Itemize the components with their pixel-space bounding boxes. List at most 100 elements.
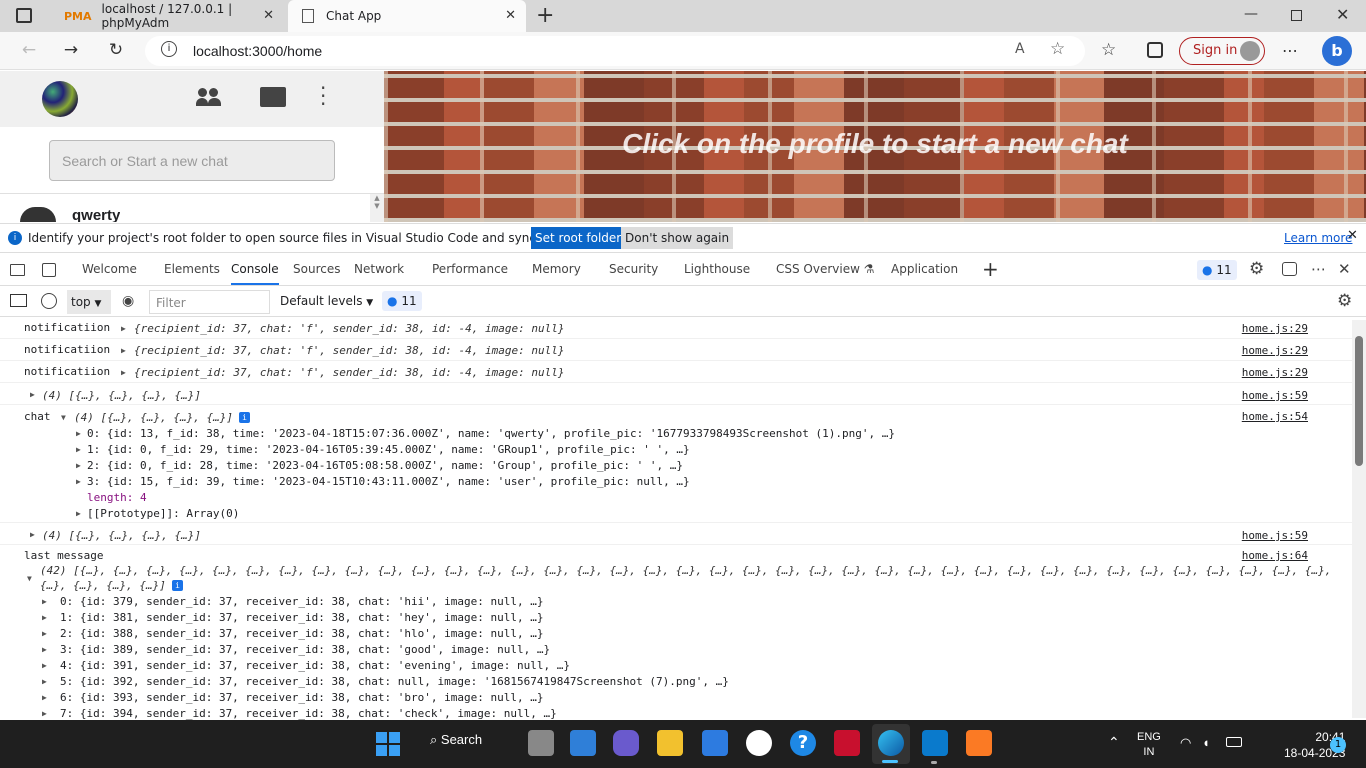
user-avatar[interactable] (42, 81, 78, 117)
language-indicator[interactable]: ENG IN (1137, 730, 1161, 760)
tab-lighthouse[interactable]: Lighthouse (684, 262, 750, 276)
log-object-continued[interactable]: {…}, {…}, {…}, {…}] (40, 579, 166, 592)
message-count-badge[interactable]: ● 11 (382, 291, 422, 311)
context-select[interactable]: top ▼ (67, 290, 111, 314)
sign-in-button[interactable]: Sign in (1179, 37, 1265, 65)
xampp-icon[interactable] (966, 730, 992, 756)
console-settings-icon[interactable]: ⚙ (1337, 291, 1352, 311)
array-item[interactable]: 0: {id: 13, f_id: 38, time: '2023-04-18T… (87, 427, 895, 440)
bing-icon[interactable]: b (1322, 36, 1352, 66)
tab-network[interactable]: Network (354, 262, 404, 276)
device-toolbar-icon[interactable] (42, 263, 56, 277)
close-tab-icon[interactable]: ✕ (505, 8, 516, 23)
favorites-icon[interactable]: ☆ (1101, 40, 1116, 60)
minimize-icon[interactable]: — (1244, 6, 1258, 22)
search-input[interactable]: Search or Start a new chat (49, 140, 335, 181)
contact-name[interactable]: qwerty (72, 207, 120, 222)
tab-sources[interactable]: Sources (293, 262, 340, 276)
log-object[interactable]: (4) [{…}, {…}, {…}, {…}] (42, 529, 201, 542)
volume-icon[interactable]: ◖ (1202, 735, 1210, 750)
expand-icon[interactable]: ▶ (30, 390, 35, 399)
add-favorite-icon[interactable]: ☆ (1050, 39, 1065, 59)
collections-icon[interactable] (1147, 42, 1163, 58)
message-icon[interactable] (260, 87, 286, 107)
store-icon[interactable] (702, 730, 728, 756)
tab-application[interactable]: Application (891, 262, 958, 276)
tab-performance[interactable]: Performance (432, 262, 508, 276)
show-hidden-icons[interactable]: ⌃ (1108, 734, 1120, 751)
settings-icon[interactable]: ⚙ (1249, 259, 1264, 279)
expand-icon[interactable]: ▶ (42, 661, 47, 670)
collapse-icon[interactable]: ▼ (27, 574, 32, 583)
source-link[interactable]: home.js:59 (1242, 529, 1308, 542)
array-prototype[interactable]: [[Prototype]]: Array(0) (87, 507, 239, 520)
expand-icon[interactable]: ▶ (42, 677, 47, 686)
source-link[interactable]: home.js:29 (1242, 322, 1308, 335)
taskbar-search-button[interactable]: ⌕ Search (430, 732, 482, 748)
tab-welcome[interactable]: Welcome (82, 262, 137, 276)
app-icon[interactable] (746, 730, 772, 756)
teams-chat-icon[interactable] (613, 730, 639, 756)
expand-icon[interactable]: ▶ (121, 324, 126, 333)
more-menu-icon[interactable]: ⋯ (1282, 41, 1298, 60)
console-filter-input[interactable]: Filter (149, 290, 270, 314)
expand-icon[interactable]: ▶ (30, 530, 35, 539)
tab-memory[interactable]: Memory (532, 262, 581, 276)
array-item[interactable]: 6: {id: 393, sender_id: 37, receiver_id:… (60, 691, 543, 704)
expand-icon[interactable]: ▶ (42, 613, 47, 622)
live-expression-icon[interactable]: ◉ (122, 293, 134, 309)
array-item[interactable]: 2: {id: 388, sender_id: 37, receiver_id:… (60, 627, 543, 640)
back-icon[interactable]: ← (14, 40, 44, 60)
vscode-icon[interactable] (922, 730, 948, 756)
array-item[interactable]: 1: {id: 381, sender_id: 37, receiver_id:… (60, 611, 543, 624)
forward-icon[interactable]: → (56, 40, 86, 60)
array-item[interactable]: 4: {id: 391, sender_id: 37, receiver_id:… (60, 659, 570, 672)
sidebar-scrollbar[interactable]: ▲ ▼ (370, 194, 384, 222)
task-view-icon[interactable] (528, 730, 554, 756)
array-item[interactable]: 3: {id: 389, sender_id: 37, receiver_id:… (60, 643, 550, 656)
expand-icon[interactable]: ▶ (76, 461, 81, 470)
notification-badge[interactable]: 1 (1330, 737, 1346, 753)
log-object[interactable]: (42) [{…}, {…}, {…}, {…}, {…}, {…}, {…},… (40, 564, 1331, 577)
array-item[interactable]: 0: {id: 379, sender_id: 37, receiver_id:… (60, 595, 543, 608)
tab-console[interactable]: Console (231, 262, 279, 285)
file-explorer-icon[interactable] (657, 730, 683, 756)
info-icon[interactable]: i (239, 412, 250, 423)
info-icon[interactable]: i (161, 41, 177, 57)
source-link[interactable]: home.js:59 (1242, 389, 1308, 402)
more-options-icon[interactable]: ⋯ (1311, 260, 1326, 278)
expand-icon[interactable]: ▶ (42, 597, 47, 606)
array-item[interactable]: 7: {id: 394, sender_id: 37, receiver_id:… (60, 707, 557, 720)
edge-icon[interactable] (878, 730, 904, 756)
tab-css-overview[interactable]: CSS Overview ⚗ (776, 262, 875, 276)
array-item[interactable]: 1: {id: 0, f_id: 29, time: '2023-04-16T0… (87, 443, 690, 456)
wifi-icon[interactable]: ◠ (1180, 735, 1191, 751)
menu-icon[interactable]: · · · (320, 78, 326, 114)
array-item[interactable]: 3: {id: 15, f_id: 39, time: '2023-04-15T… (87, 475, 690, 488)
source-link[interactable]: home.js:64 (1242, 549, 1308, 562)
console-scroll-thumb[interactable] (1355, 336, 1363, 466)
tab-security[interactable]: Security (609, 262, 658, 276)
log-object[interactable]: (4) [{…}, {…}, {…}, {…}] (42, 389, 201, 402)
customize-icon[interactable] (1282, 262, 1297, 276)
help-icon[interactable]: ? (790, 730, 816, 756)
source-link[interactable]: home.js:29 (1242, 366, 1308, 379)
dont-show-again-button[interactable]: Don't show again (621, 227, 734, 249)
expand-icon[interactable]: ▶ (42, 709, 47, 718)
url-text[interactable]: localhost:3000/home (193, 43, 322, 59)
tab-chat-app[interactable]: Chat App ✕ (288, 0, 526, 32)
source-link[interactable]: home.js:54 (1242, 410, 1308, 423)
new-tab-icon[interactable]: + (536, 3, 554, 28)
group-icon[interactable] (196, 88, 222, 108)
expand-icon[interactable]: ▶ (76, 509, 81, 518)
close-tab-icon[interactable]: ✕ (263, 8, 274, 23)
widgets-icon[interactable] (570, 730, 596, 756)
learn-more-link[interactable]: Learn more (1284, 231, 1352, 245)
expand-icon[interactable]: ▶ (42, 645, 47, 654)
expand-icon[interactable]: ▶ (121, 346, 126, 355)
sidebar-toggle-icon[interactable] (10, 294, 27, 307)
info-icon[interactable]: i (172, 580, 183, 591)
expand-icon[interactable]: ▶ (42, 629, 47, 638)
log-levels-dropdown[interactable]: Default levels ▼ (280, 294, 373, 308)
expand-icon[interactable]: ▶ (42, 693, 47, 702)
